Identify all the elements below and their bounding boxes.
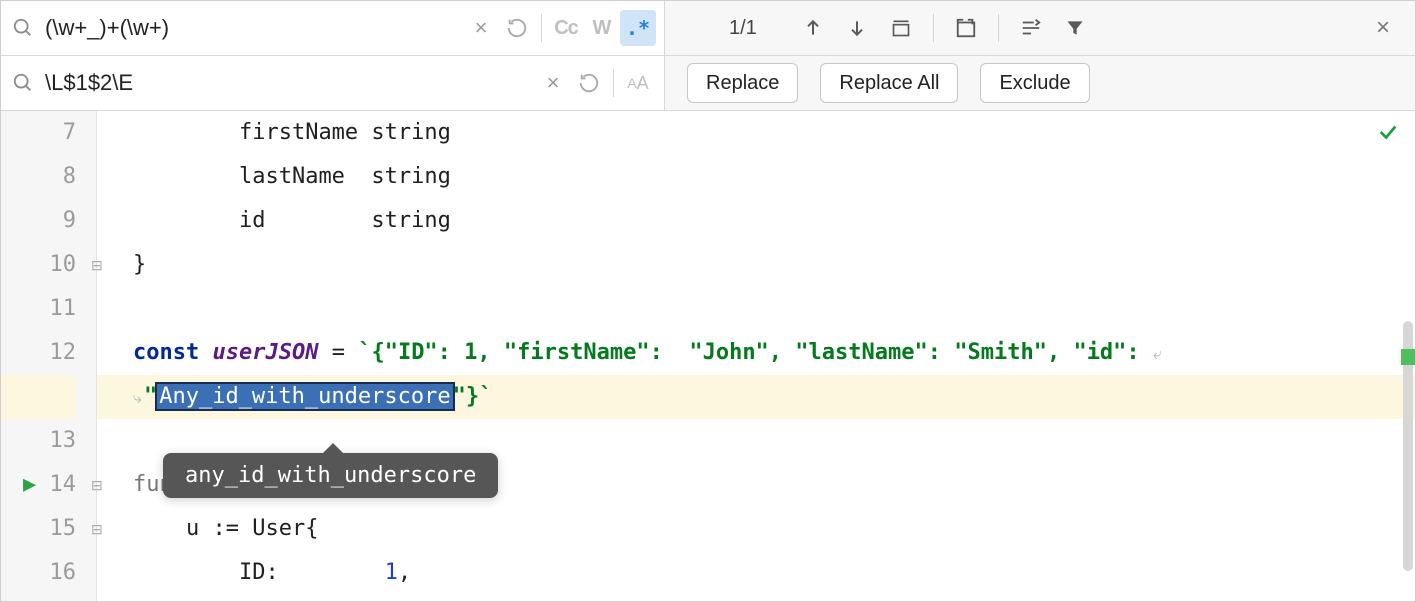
preserve-case-toggle[interactable]: AA bbox=[620, 65, 656, 101]
soft-wrap-icon: ⤷ bbox=[133, 388, 142, 407]
whole-word-toggle[interactable]: W bbox=[584, 10, 620, 46]
replace-input[interactable] bbox=[41, 64, 535, 102]
line-number: 13 bbox=[1, 419, 76, 463]
replace-buttons-panel: Replace Replace All Exclude bbox=[665, 56, 1415, 110]
code-area[interactable]: firstName string lastName string id stri… bbox=[119, 111, 1415, 601]
separator bbox=[933, 14, 934, 42]
line-number: 12 bbox=[1, 331, 76, 375]
new-window-icon[interactable] bbox=[948, 10, 984, 46]
replace-preview-tooltip: any_id_with_underscore bbox=[163, 453, 498, 498]
gutter: 7 8 9 10 11 12 13 ▶ 14 15 16 bbox=[1, 111, 97, 601]
regex-toggle[interactable]: .* bbox=[620, 10, 656, 46]
replace-button[interactable]: Replace bbox=[687, 63, 798, 103]
scrollbar-marker[interactable] bbox=[1401, 349, 1415, 365]
separator bbox=[541, 14, 542, 42]
line-number: 10 bbox=[1, 243, 76, 287]
line-number: ▶ 14 bbox=[1, 463, 76, 507]
find-in-selection-icon[interactable] bbox=[1013, 10, 1049, 46]
history-icon[interactable] bbox=[499, 10, 535, 46]
next-match-icon[interactable] bbox=[839, 10, 875, 46]
line-number: 11 bbox=[1, 287, 76, 331]
line-number: 16 bbox=[1, 551, 76, 595]
exclude-button[interactable]: Exclude bbox=[980, 63, 1089, 103]
fold-gutter: ⊟ ⊟ ⊟ bbox=[97, 111, 119, 601]
prev-match-icon[interactable] bbox=[795, 10, 831, 46]
line-number: 15 bbox=[1, 507, 76, 551]
fold-icon[interactable]: ⊟ bbox=[91, 463, 103, 507]
filter-icon[interactable] bbox=[1057, 10, 1093, 46]
find-input[interactable] bbox=[41, 9, 463, 47]
select-all-icon[interactable] bbox=[883, 10, 919, 46]
clear-find-icon[interactable]: × bbox=[463, 10, 499, 46]
search-icon bbox=[5, 10, 41, 46]
search-match-highlight: Any_id_with_underscore bbox=[157, 384, 452, 409]
editor[interactable]: 7 8 9 10 11 12 13 ▶ 14 15 16 ⊟ ⊟ ⊟ first… bbox=[1, 111, 1415, 601]
inspection-ok-icon[interactable] bbox=[1377, 121, 1399, 149]
line-number: 7 bbox=[1, 111, 76, 155]
match-count: 1/1 bbox=[729, 17, 757, 40]
fold-icon[interactable]: ⊟ bbox=[91, 243, 103, 287]
replace-search-icon bbox=[5, 65, 41, 101]
results-panel: 1/1 × bbox=[665, 1, 1415, 55]
line-number: 8 bbox=[1, 155, 76, 199]
match-case-toggle[interactable]: Cc bbox=[548, 10, 584, 46]
clear-replace-icon[interactable]: × bbox=[535, 65, 571, 101]
replace-all-button[interactable]: Replace All bbox=[820, 63, 958, 103]
separator bbox=[613, 69, 614, 97]
run-gutter-icon[interactable]: ▶ bbox=[23, 472, 36, 497]
replace-history-icon[interactable] bbox=[571, 65, 607, 101]
find-panel: × Cc W .* bbox=[1, 1, 665, 55]
soft-wrap-icon: ⤶ bbox=[1153, 344, 1162, 363]
fold-icon[interactable]: ⊟ bbox=[91, 507, 103, 551]
replace-panel: × AA bbox=[1, 56, 665, 110]
close-panel-icon[interactable]: × bbox=[1365, 10, 1401, 46]
separator bbox=[998, 14, 999, 42]
line-number bbox=[1, 375, 76, 419]
line-number: 9 bbox=[1, 199, 76, 243]
